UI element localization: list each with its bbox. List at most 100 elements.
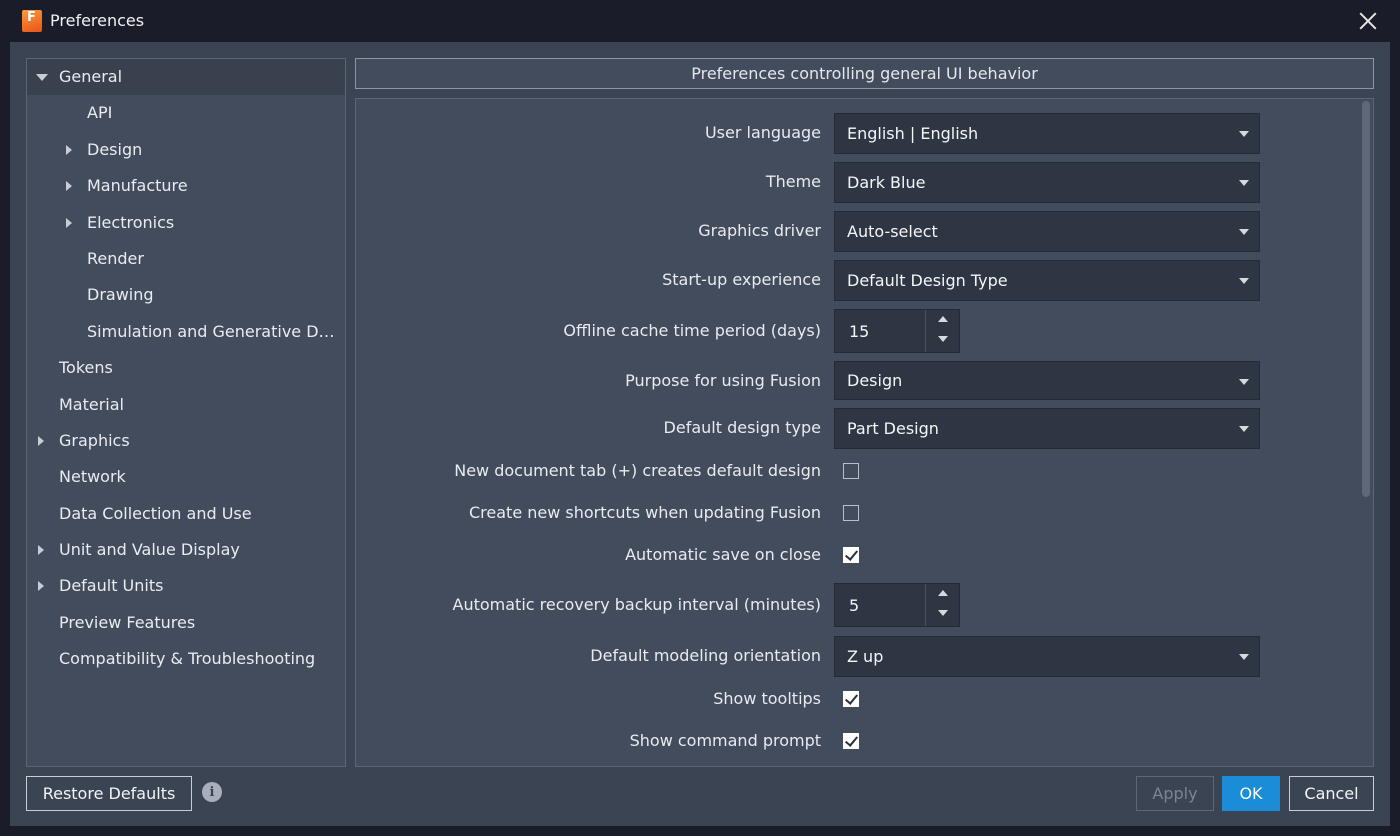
- window-title: Preferences: [50, 11, 145, 30]
- chevron-right-icon[interactable]: [66, 144, 72, 155]
- dropdown-value: Design: [847, 371, 903, 390]
- sidebar-item-label: Manufacture: [87, 176, 188, 196]
- arrow-up-icon[interactable]: [938, 590, 948, 596]
- caret-down-icon: [1239, 131, 1249, 137]
- close-icon[interactable]: [1356, 9, 1380, 33]
- show-command-prompt-checkbox[interactable]: [843, 733, 859, 749]
- dropdown-value: Z up: [847, 647, 884, 666]
- dropdown-value: Dark Blue: [847, 173, 926, 192]
- sidebar-item-manufacture[interactable]: Manufacture: [27, 168, 345, 204]
- caret-down-icon: [1239, 426, 1249, 432]
- sidebar-item-label: API: [87, 103, 113, 123]
- user-language-dropdown[interactable]: English | English: [834, 113, 1260, 154]
- sidebar-item-label: General: [59, 67, 123, 86]
- caret-down-icon: [1239, 180, 1249, 186]
- restore-defaults-button[interactable]: Restore Defaults: [26, 776, 192, 811]
- setting-label: Default design type: [663, 418, 821, 437]
- sidebar-item-electronics[interactable]: Electronics: [27, 205, 345, 241]
- sidebar-item-tokens[interactable]: Tokens: [27, 350, 345, 386]
- sidebar-item-label: Drawing: [87, 285, 154, 305]
- settings-panel: User language English | English Theme Da…: [355, 98, 1374, 767]
- recovery-interval-spinner[interactable]: 5: [834, 583, 960, 627]
- chevron-down-icon[interactable]: [36, 74, 48, 81]
- ok-button[interactable]: OK: [1222, 776, 1280, 811]
- sidebar-item-network[interactable]: Network: [27, 459, 345, 495]
- chevron-right-icon[interactable]: [38, 545, 44, 556]
- sidebar-item-graphics[interactable]: Graphics: [27, 423, 345, 459]
- sidebar-item-data-collection-and-use[interactable]: Data Collection and Use: [27, 496, 345, 532]
- setting-label: Purpose for using Fusion: [625, 371, 821, 390]
- setting-label: Create new shortcuts when updating Fusio…: [469, 503, 821, 522]
- setting-label: Start-up experience: [662, 270, 821, 289]
- sidebar-item-compatibility-troubleshooting[interactable]: Compatibility & Troubleshooting: [27, 641, 345, 677]
- title-bar: Preferences: [0, 0, 1400, 42]
- arrow-up-icon[interactable]: [938, 316, 948, 322]
- setting-label: Automatic recovery backup interval (minu…: [452, 595, 822, 614]
- sidebar-item-unit-and-value-display[interactable]: Unit and Value Display: [27, 532, 345, 568]
- dropdown-value: Auto-select: [847, 222, 938, 241]
- default-design-type-dropdown[interactable]: Part Design: [834, 408, 1260, 449]
- dropdown-value: Part Design: [847, 419, 939, 438]
- sidebar-item-design[interactable]: Design: [27, 132, 345, 168]
- sidebar-item-default-units[interactable]: Default Units: [27, 568, 345, 604]
- arrow-down-icon[interactable]: [938, 610, 948, 616]
- sidebar-item-label: Tokens: [59, 358, 113, 378]
- info-icon[interactable]: i: [202, 782, 222, 802]
- sidebar-item-label: Network: [59, 467, 126, 487]
- caret-down-icon: [1239, 229, 1249, 235]
- dropdown-value: Default Design Type: [847, 271, 1008, 290]
- new-doc-tab-checkbox[interactable]: [843, 463, 859, 479]
- caret-down-icon: [1239, 278, 1249, 284]
- sidebar-item-general[interactable]: General: [27, 59, 345, 96]
- setting-label: Show command prompt: [629, 731, 821, 750]
- sidebar-item-api[interactable]: API: [27, 95, 345, 131]
- sidebar-item-label: Data Collection and Use: [59, 503, 252, 523]
- sidebar-item-label: Preview Features: [59, 612, 196, 632]
- caret-down-icon: [1239, 654, 1249, 660]
- apply-button[interactable]: Apply: [1136, 776, 1214, 811]
- preferences-dialog: General API Design Manufacture Electronics Re…: [10, 42, 1390, 826]
- purpose-dropdown[interactable]: Design: [834, 361, 1260, 400]
- setting-label: Show tooltips: [713, 689, 821, 708]
- category-tree: General API Design Manufacture Electronics Re…: [26, 58, 346, 767]
- sidebar-item-label: Design: [87, 139, 143, 159]
- chevron-right-icon[interactable]: [66, 181, 72, 192]
- sidebar-item-label: Graphics: [59, 430, 130, 450]
- spinner-buttons: [925, 310, 960, 352]
- sidebar-item-label: Unit and Value Display: [59, 540, 240, 560]
- spinner-value: 5: [849, 596, 860, 615]
- theme-dropdown[interactable]: Dark Blue: [834, 162, 1260, 203]
- auto-save-close-checkbox[interactable]: [843, 547, 859, 563]
- caret-down-icon: [1239, 379, 1249, 385]
- offline-cache-spinner[interactable]: 15: [834, 309, 960, 353]
- sidebar-item-drawing[interactable]: Drawing: [27, 277, 345, 313]
- startup-experience-dropdown[interactable]: Default Design Type: [834, 260, 1260, 301]
- sidebar-item-render[interactable]: Render: [27, 241, 345, 277]
- setting-label: Theme: [765, 172, 821, 191]
- sidebar-item-preview-features[interactable]: Preview Features: [27, 605, 345, 641]
- chevron-right-icon[interactable]: [66, 217, 72, 228]
- create-shortcuts-checkbox[interactable]: [843, 505, 859, 521]
- spinner-value: 15: [849, 322, 870, 341]
- graphics-driver-dropdown[interactable]: Auto-select: [834, 211, 1260, 252]
- sidebar-item-label: Compatibility & Troubleshooting: [59, 649, 316, 669]
- setting-label: Offline cache time period (days): [563, 321, 821, 340]
- setting-label: New document tab (+) creates default des…: [454, 461, 821, 480]
- spinner-buttons: [925, 584, 960, 626]
- sidebar-item-label: Material: [59, 394, 124, 414]
- chevron-right-icon[interactable]: [38, 581, 44, 592]
- vertical-scrollbar[interactable]: [1362, 101, 1370, 497]
- section-header: Preferences controlling general UI behav…: [355, 58, 1374, 89]
- cancel-button[interactable]: Cancel: [1289, 776, 1374, 811]
- chevron-right-icon[interactable]: [38, 435, 44, 446]
- sidebar-item-label: Simulation and Generative De...: [87, 321, 339, 341]
- arrow-down-icon[interactable]: [938, 336, 948, 342]
- setting-label: Automatic save on close: [625, 545, 821, 564]
- show-tooltips-checkbox[interactable]: [843, 691, 859, 707]
- modeling-orientation-dropdown[interactable]: Z up: [834, 636, 1260, 677]
- setting-label: Graphics driver: [698, 221, 821, 240]
- sidebar-item-label: Default Units: [59, 576, 164, 596]
- sidebar-item-simulation-and-generative-de[interactable]: Simulation and Generative De...: [27, 314, 345, 350]
- sidebar-item-material[interactable]: Material: [27, 387, 345, 423]
- dropdown-value: English | English: [847, 124, 979, 143]
